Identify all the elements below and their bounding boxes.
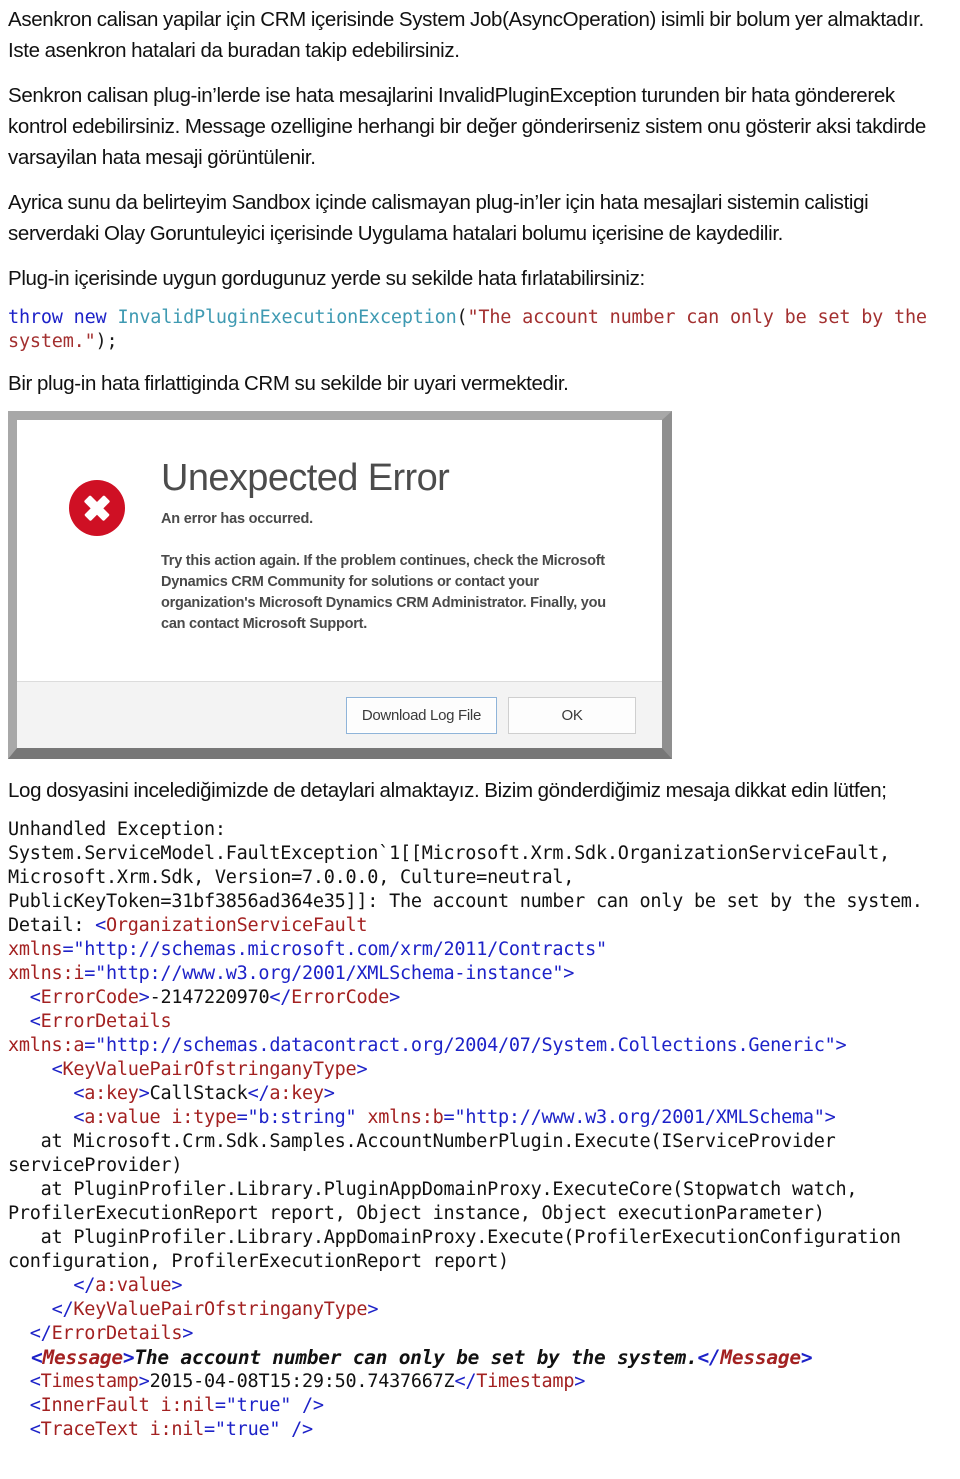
document-page: Asenkron calisan yapilar için CRM içeris… <box>0 0 960 1479</box>
code-keyword-throw: throw <box>8 307 63 328</box>
log-line-xmlns: xmlns="http://schemas.microsoft.com/xrm/… <box>8 939 607 960</box>
ok-button[interactable]: OK <box>508 696 636 734</box>
dialog-subtitle: An error has occurred. <box>161 511 313 527</box>
dialog-body: Unexpected Error An error has occurred. … <box>17 420 662 681</box>
xml-val-xmlns: "http://schemas.microsoft.com/xrm/2011/C… <box>73 939 607 960</box>
xml-attr-inil-innerfault: i:nil <box>160 1395 215 1416</box>
log-line-kvp-close: </KeyValuePairOfstringanyType> <box>51 1299 379 1320</box>
paragraph-intro-async: Asenkron calisan yapilar için CRM içeris… <box>8 8 924 62</box>
dialog-title: Unexpected Error <box>161 457 450 499</box>
xml-val-message: The account number can only be set by th… <box>134 1346 698 1369</box>
xml-attr-xmlns-a: xmlns:a <box>8 1035 85 1056</box>
xml-tag-errordetails: ErrorDetails <box>40 1011 172 1032</box>
code-snippet-throw: throw new InvalidPluginExecutionExceptio… <box>8 306 950 354</box>
log-line-errordetails: <ErrorDetails <box>29 1011 172 1032</box>
xml-val-errorcode: -2147220970 <box>149 987 270 1008</box>
paragraph-throw-intro: Plug-in içerisinde uygun gordugunuz yerd… <box>8 267 645 290</box>
paragraph-sandbox-note: Ayrica sunu da belirteyim Sandbox içinde… <box>8 191 869 245</box>
xml-tag-akey-close: a:key <box>269 1083 324 1104</box>
paragraph-warning-intro: Bir plug-in hata firlattiginda CRM su se… <box>8 372 569 395</box>
xml-attr-xmlns-b: xmlns:b <box>367 1107 444 1128</box>
log-line-innerfault: <InnerFault i:nil="true" /> <box>29 1395 324 1416</box>
detail-label: Detail: <box>8 915 96 936</box>
log-line-errordetails-close: </ErrorDetails> <box>29 1323 194 1344</box>
xml-tag-errordetails-close: ErrorDetails <box>51 1323 183 1344</box>
code-close-paren-semicolon: ); <box>95 331 118 352</box>
log-line-xmlns-a: xmlns:a="http://schemas.datacontract.org… <box>8 1035 847 1056</box>
log-line-avalue-open: <a:value i:type="b:string" xmlns:b="http… <box>73 1107 836 1128</box>
code-keyword-new: new <box>73 307 107 328</box>
log-line-akey: <a:key>CallStack</a:key> <box>73 1083 335 1104</box>
log-line-stack-2: at PluginProfiler.Library.PluginAppDomai… <box>8 1179 869 1224</box>
error-dialog-screenshot: Unexpected Error An error has occurred. … <box>8 411 672 759</box>
log-line-timestamp: <Timestamp>2015-04-08T15:29:50.7437667Z<… <box>29 1371 586 1392</box>
xml-tag-message-open: Message <box>42 1346 123 1369</box>
dialog-body-text: Try this action again. If the problem co… <box>161 553 606 632</box>
xml-val-xmlns-b: "http://www.w3.org/2001/XMLSchema" <box>454 1107 825 1128</box>
xml-tag-errorcode-open: ErrorCode <box>40 987 139 1008</box>
xml-val-timestamp: 2015-04-08T15:29:50.7437667Z <box>149 1371 455 1392</box>
xml-tag-message-close: Message <box>720 1346 801 1369</box>
log-line-kvp-open: <KeyValuePairOfstringanyType> <box>51 1059 368 1080</box>
xml-tag-tracetext: TraceText <box>40 1419 139 1440</box>
xml-val-akey: CallStack <box>149 1083 248 1104</box>
dialog-content-row: Unexpected Error An error has occurred. … <box>17 454 662 635</box>
xml-attr-xmlns: xmlns <box>8 939 63 960</box>
xml-val-inil-innerfault: "true" <box>225 1395 292 1416</box>
log-line-tracetext: <TraceText i:nil="true" /> <box>29 1419 313 1440</box>
log-line-xmlns-i: xmlns:i="http://www.w3.org/2001/XMLSchem… <box>8 963 575 984</box>
code-type-name: InvalidPluginExecutionException <box>117 307 457 328</box>
xml-val-xmlns-i: "http://www.w3.org/2001/XMLSchema-instan… <box>95 963 564 984</box>
xml-tag-timestamp-close: Timestamp <box>476 1371 575 1392</box>
xml-tag-akey-open: a:key <box>84 1083 139 1104</box>
xml-tag-avalue-open: a:value <box>84 1107 161 1128</box>
log-line-avalue-close: </a:value> <box>73 1275 183 1296</box>
xml-val-itype: "b:string" <box>247 1107 357 1128</box>
dialog-text-block: Unexpected Error An error has occurred. … <box>161 454 631 635</box>
log-line-unhandled: Unhandled Exception: <box>8 819 226 840</box>
xml-attr-inil-tracetext: i:nil <box>149 1419 205 1440</box>
paragraph-log-intro: Log dosyasini incelediğimizde de detayla… <box>8 779 887 802</box>
log-line-stack-3: at PluginProfiler.Library.AppDomainProxy… <box>8 1227 912 1272</box>
log-line-faultexception: System.ServiceModel.FaultException`1[[Mi… <box>8 843 890 864</box>
xml-tag-timestamp-open: Timestamp <box>40 1371 139 1392</box>
xml-tag-kvp-open: KeyValuePairOfstringanyType <box>62 1059 357 1080</box>
log-line-publickeytoken: PublicKeyToken=31bf3856ad364e35]]: The a… <box>8 891 923 912</box>
xml-val-xmlns-a: "http://schemas.datacontract.org/2004/07… <box>95 1035 836 1056</box>
log-line-errorcode: <ErrorCode>-2147220970</ErrorCode> <box>29 987 401 1008</box>
xml-val-inil-tracetext: "true" <box>214 1419 281 1440</box>
xml-tag-avalue-close: a:value <box>95 1275 172 1296</box>
xml-tag-kvp-close: KeyValuePairOfstringanyType <box>73 1299 368 1320</box>
xml-tag-innerfault: InnerFault <box>40 1395 150 1416</box>
dialog-footer: Download Log File OK <box>17 681 662 748</box>
log-line-detail: Detail: <OrganizationServiceFault <box>8 915 368 936</box>
code-open-paren: ( <box>456 307 468 328</box>
error-x-icon <box>69 480 125 536</box>
unexpected-error-dialog: Unexpected Error An error has occurred. … <box>17 420 662 748</box>
xml-tag-orgservicefault: OrganizationServiceFault <box>106 915 368 936</box>
log-line-message: <Message>The account number can only be … <box>30 1346 813 1369</box>
xml-attr-xmlns-i: xmlns:i <box>8 963 85 984</box>
xml-attr-itype: i:type <box>171 1107 237 1128</box>
log-line-sdkversion: Microsoft.Xrm.Sdk, Version=7.0.0.0, Cult… <box>8 867 575 888</box>
download-log-file-button[interactable]: Download Log File <box>345 696 497 734</box>
xml-tag-errorcode-close: ErrorCode <box>291 987 390 1008</box>
paragraph-sync-plugin: Senkron calisan plug-in’lerde ise hata m… <box>8 84 926 169</box>
log-dump: Unhandled Exception: System.ServiceModel.… <box>8 818 950 1442</box>
log-line-stack-1: at Microsoft.Crm.Sdk.Samples.AccountNumb… <box>8 1131 847 1176</box>
error-dialog-screenshot-wrapper: Unexpected Error An error has occurred. … <box>8 411 950 759</box>
